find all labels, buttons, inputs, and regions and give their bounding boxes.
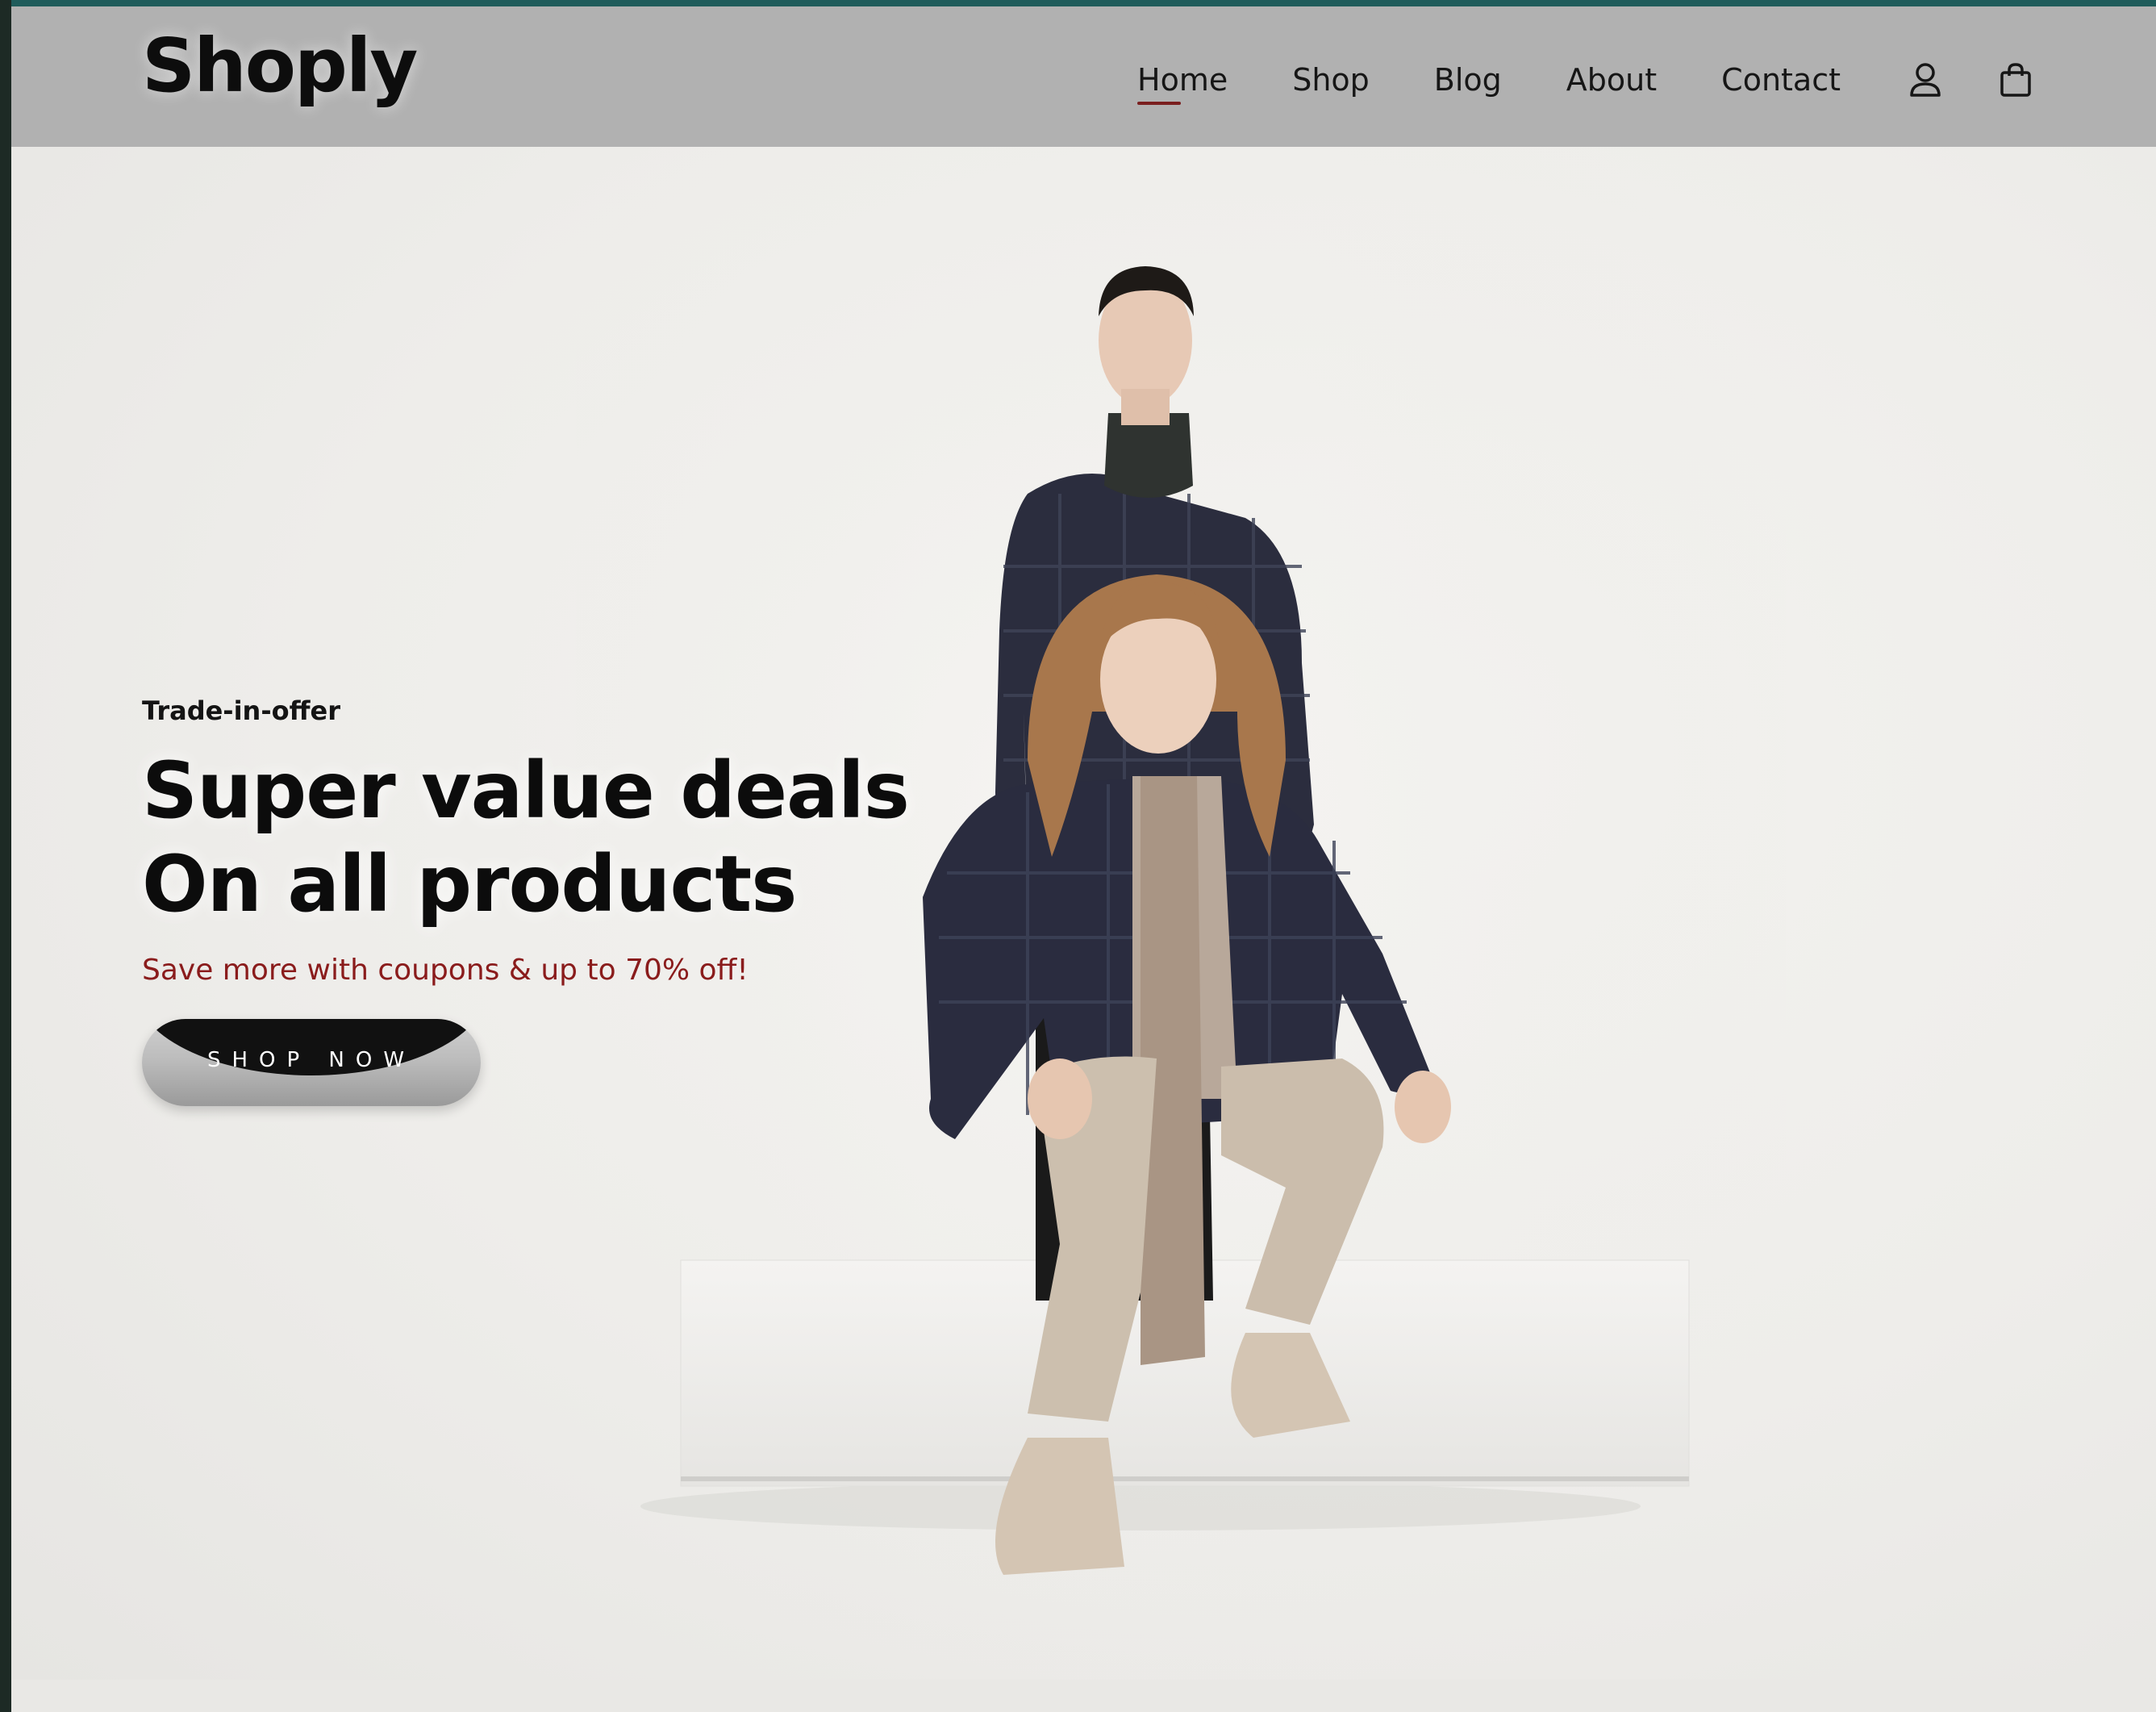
hero-eyebrow: Trade-in-offer	[142, 695, 340, 726]
site-header: Shoply Home Shop Blog About Contact	[11, 6, 2156, 147]
nav-contact[interactable]: Contact	[1721, 65, 1841, 95]
hero-subline: Save more with coupons & up to 70% off!	[142, 954, 749, 987]
hero-headline-line-1: Super value deals	[142, 745, 910, 836]
nav-about[interactable]: About	[1566, 65, 1657, 95]
browser-viewport: Shoply Home Shop Blog About Contact Trad…	[11, 0, 2156, 1712]
nav-shop[interactable]: Shop	[1292, 65, 1370, 95]
page-bottom-edge	[11, 1680, 2156, 1712]
hero-headline: Super value deals On all products	[142, 744, 910, 931]
shopping-bag-icon[interactable]	[1995, 60, 2036, 100]
shop-now-label: SHOP NOW	[206, 1048, 416, 1072]
hero-section: Trade-in-offer Super value deals On all …	[11, 147, 2156, 1680]
top-accent-bar	[11, 0, 2156, 6]
main-nav: Home Shop Blog About Contact	[1137, 60, 2086, 105]
shop-now-button[interactable]: SHOP NOW	[142, 1019, 481, 1106]
user-icon[interactable]	[1905, 60, 1945, 100]
site-logo[interactable]: Shoply	[142, 29, 418, 103]
hero-text-block: Trade-in-offer Super value deals On all …	[142, 695, 910, 1109]
nav-home[interactable]: Home	[1137, 65, 1228, 105]
hero-headline-line-2: On all products	[142, 839, 797, 929]
nav-blog[interactable]: Blog	[1434, 65, 1502, 95]
